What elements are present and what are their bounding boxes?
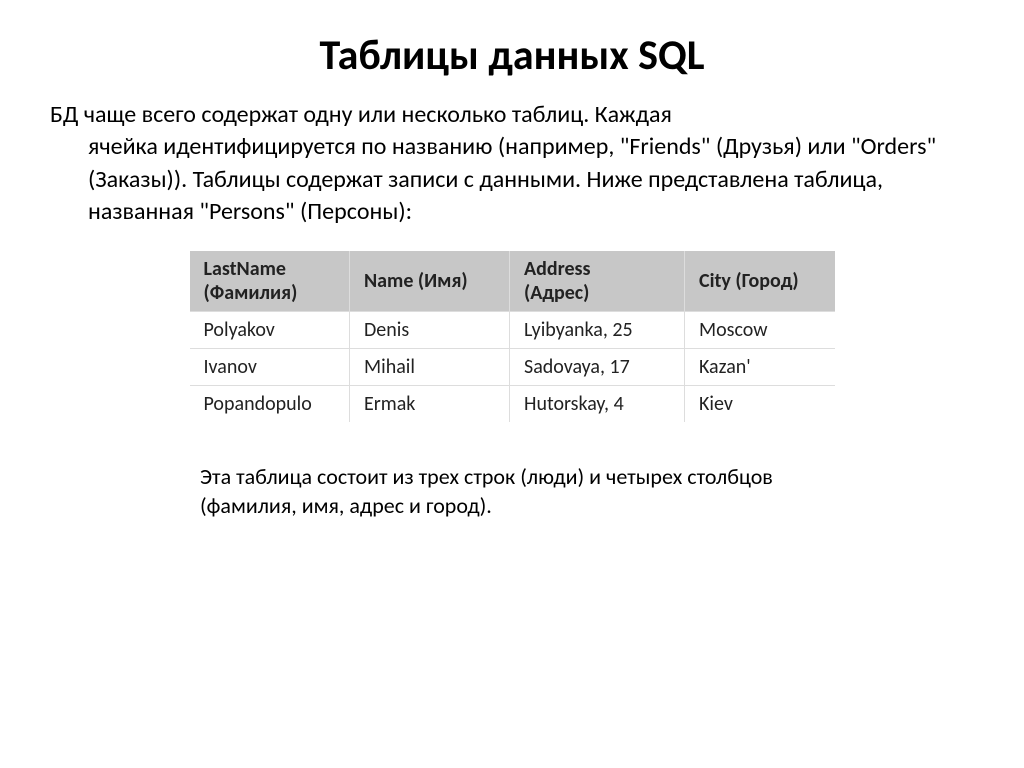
cell-city: Kiev xyxy=(685,385,835,422)
header-lastname-line2: (Фамилия) xyxy=(204,281,336,305)
header-address: Address (Адрес) xyxy=(510,251,685,312)
cell-name: Denis xyxy=(350,311,510,348)
intro-first-line: БД чаще всего содержат одну или нескольк… xyxy=(50,99,974,131)
cell-city: Moscow xyxy=(685,311,835,348)
cell-lastname: Ivanov xyxy=(190,348,350,385)
cell-address: Lyibyanka, 25 xyxy=(510,311,685,348)
cell-city: Kazan' xyxy=(685,348,835,385)
header-name: Name (Имя) xyxy=(350,251,510,312)
table-container: LastName (Фамилия) Name (Имя) Address (А… xyxy=(50,251,974,422)
cell-address: Hutorskay, 4 xyxy=(510,385,685,422)
table-row: Ivanov Mihail Sadovaya, 17 Kazan' xyxy=(190,348,835,385)
persons-table: LastName (Фамилия) Name (Имя) Address (А… xyxy=(190,251,835,422)
intro-rest: ячейка идентифицируется по названию (нап… xyxy=(50,131,974,228)
table-header-row: LastName (Фамилия) Name (Имя) Address (А… xyxy=(190,251,835,312)
cell-lastname: Polyakov xyxy=(190,311,350,348)
page-title: Таблицы данных SQL xyxy=(50,30,974,81)
cell-lastname: Popandopulo xyxy=(190,385,350,422)
header-city: City (Город) xyxy=(685,251,835,312)
header-lastname-line1: LastName xyxy=(204,257,336,281)
table-row: Polyakov Denis Lyibyanka, 25 Moscow xyxy=(190,311,835,348)
table-row: Popandopulo Ermak Hutorskay, 4 Kiev xyxy=(190,385,835,422)
footer-note: Эта таблица состоит из трех строк (люди)… xyxy=(50,462,974,521)
intro-paragraph: БД чаще всего содержат одну или нескольк… xyxy=(50,99,974,229)
cell-name: Mihail xyxy=(350,348,510,385)
header-address-line1: Address xyxy=(524,257,670,281)
cell-name: Ermak xyxy=(350,385,510,422)
header-address-line2: (Адрес) xyxy=(524,281,670,305)
cell-address: Sadovaya, 17 xyxy=(510,348,685,385)
header-name-line1: Name (Имя) xyxy=(364,269,495,293)
header-lastname: LastName (Фамилия) xyxy=(190,251,350,312)
header-city-line1: City (Город) xyxy=(699,269,821,293)
